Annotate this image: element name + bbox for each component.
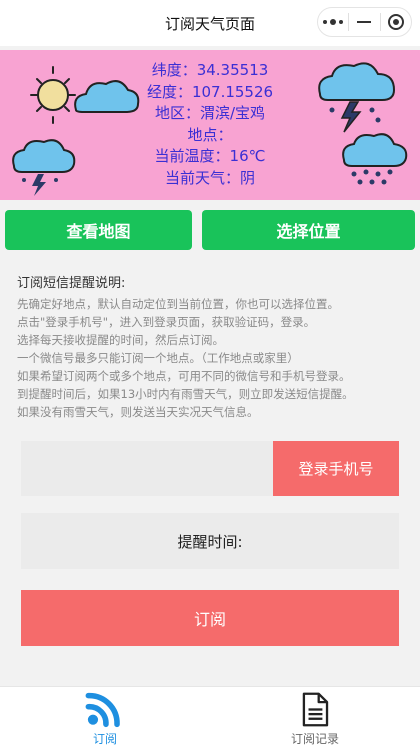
description-text: 先确定好地点，默认自动定位到当前位置，你也可以选择位置。 点击"登录手机号"，进…	[17, 295, 412, 421]
tab-bar: 订阅 订阅记录	[0, 686, 420, 747]
close-button[interactable]	[381, 8, 411, 36]
longitude-text: 经度：107.15526	[146, 82, 274, 101]
navbar: 订阅天气页面	[0, 0, 420, 46]
weather-info: 纬度：34.35513 经度：107.15526 地区：渭滨/宝鸡 地点： 当前…	[0, 60, 420, 189]
remind-time-label: 提醒时间:	[177, 532, 243, 551]
wifi-icon	[85, 692, 120, 728]
region-text: 地区：渭滨/宝鸡	[154, 104, 266, 122]
description-line: 如果希望订阅两个或多个地点，可用不同的微信号和手机号登录。	[17, 369, 351, 383]
temperature-text: 当前温度：16℃	[154, 147, 266, 165]
page-title: 订阅天气页面	[164, 14, 255, 33]
description-line: 点击"登录手机号"，进入到登录页面，获取验证码，登录。	[17, 315, 316, 329]
tab-subscribe[interactable]: 订阅	[0, 687, 210, 747]
description-line: 一个微信号最多只能订阅一个地点。（工作地点或家里）	[17, 351, 299, 365]
description-title: 订阅短信提醒说明:	[17, 276, 126, 291]
login-phone-button[interactable]: 登录手机号	[273, 441, 399, 496]
description-line: 先确定好地点，默认自动定位到当前位置，你也可以选择位置。	[17, 297, 339, 311]
minimize-icon	[357, 21, 372, 23]
tab-subscribe-label: 订阅	[92, 732, 117, 746]
document-icon	[302, 692, 329, 727]
more-button[interactable]	[318, 8, 348, 36]
tab-subscription-records[interactable]: 订阅记录	[210, 687, 420, 747]
condition-text: 当前天气：阴	[164, 168, 255, 187]
mini-program-capsule	[317, 7, 412, 37]
description-line: 如果没有雨雪天气，则发送当天实况天气信息。	[17, 405, 259, 419]
remind-time-picker[interactable]: 提醒时间:	[21, 513, 399, 569]
place-text: 地点：	[187, 125, 233, 144]
description-line: 到提醒时间后，如果13小时内有雨雪天气，则立即发送短信提醒。	[17, 387, 354, 401]
choose-location-button[interactable]: 选择位置	[202, 210, 415, 250]
close-target-icon	[387, 14, 404, 30]
description-line: 选择每天接收提醒的时间，然后点订阅。	[17, 333, 224, 347]
view-map-button[interactable]: 查看地图	[5, 210, 192, 250]
weather-banner: 纬度：34.35513 经度：107.15526 地区：渭滨/宝鸡 地点： 当前…	[0, 50, 420, 200]
phone-row: 登录手机号	[21, 441, 399, 496]
tab-records-label: 订阅记录	[290, 732, 339, 746]
more-dots-icon	[323, 19, 344, 25]
subscribe-button[interactable]: 订阅	[21, 590, 399, 646]
minimize-button[interactable]	[349, 8, 379, 36]
latitude-text: 纬度：34.35513	[151, 61, 269, 79]
